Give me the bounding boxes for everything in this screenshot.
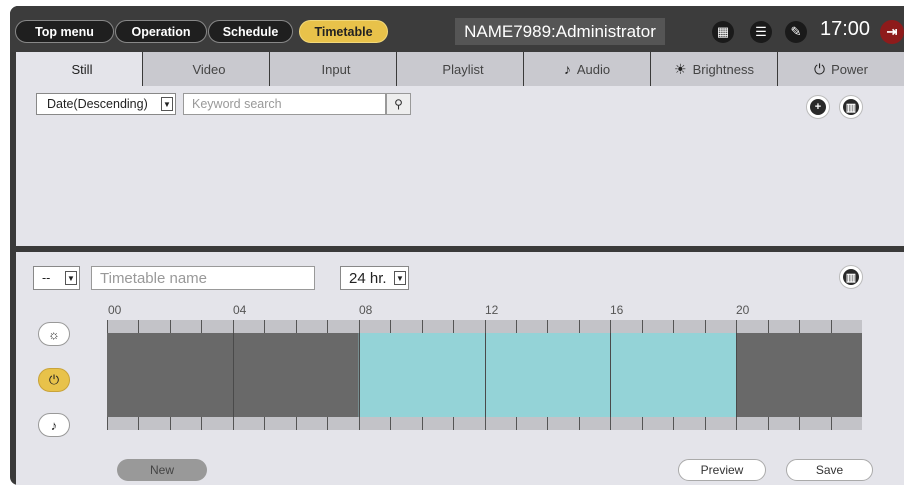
wrench-icon[interactable]: ✎ xyxy=(785,21,807,43)
keyword-search-input[interactable]: Keyword search xyxy=(183,93,386,115)
music-note-icon: ♪ xyxy=(50,417,58,433)
tab-audio[interactable]: ♪ Audio xyxy=(524,52,651,86)
new-button[interactable]: New xyxy=(117,459,207,481)
tab-playlist-label: Playlist xyxy=(442,61,484,77)
hour-tick: 00 xyxy=(108,303,122,317)
music-note-icon: ♪ xyxy=(563,61,571,77)
timetable-name-input[interactable]: Timetable name xyxy=(91,266,315,290)
delete-content-button[interactable]: ▥ xyxy=(839,95,863,119)
delete-timetable-button[interactable]: ▥ xyxy=(839,265,863,289)
trash-icon: ▥ xyxy=(843,269,859,285)
tab-playlist[interactable]: Playlist xyxy=(397,52,524,86)
hour-tick: 04 xyxy=(233,303,247,317)
content-library-panel: Date(Descending) ▼ Keyword search ⚲ + ▥ xyxy=(16,86,904,246)
calendar-icon[interactable]: ▦ xyxy=(712,21,734,43)
clock: 17:00 xyxy=(820,18,871,40)
power-icon: ⏻ xyxy=(814,60,826,77)
tab-video[interactable]: Video xyxy=(143,52,270,86)
app-window: Top menu Operation Schedule Timetable NA… xyxy=(10,6,904,485)
exit-icon[interactable]: ⇥ xyxy=(880,20,904,44)
power-icon: ⏻ xyxy=(48,372,60,387)
sort-select-value: Date(Descending) xyxy=(47,97,148,111)
power-row-button[interactable]: ⏻ xyxy=(38,368,70,392)
hour-tick: 16 xyxy=(610,303,624,317)
add-button[interactable]: + xyxy=(806,95,830,119)
trash-icon: ▥ xyxy=(843,99,859,115)
tab-video-label: Video xyxy=(192,61,226,77)
nav-schedule[interactable]: Schedule xyxy=(208,20,293,43)
sort-select[interactable]: Date(Descending) ▼ xyxy=(36,93,176,115)
sun-icon: ☼ xyxy=(48,326,60,342)
tab-audio-label: Audio xyxy=(576,61,611,77)
tab-still-label: Still xyxy=(71,61,93,77)
media-tabs: Still Video Input Playlist ♪ Audio ☀ Bri… xyxy=(16,52,904,86)
plus-icon: + xyxy=(810,99,826,115)
chevron-down-icon: ▼ xyxy=(65,271,77,285)
nav-operation[interactable]: Operation xyxy=(115,20,207,43)
hour-format-value: 24 hr. xyxy=(349,269,387,287)
timetable-select[interactable]: -- ▼ xyxy=(33,266,80,290)
tab-brightness-label: Brightness xyxy=(692,61,754,77)
timeline-grid[interactable] xyxy=(107,320,862,433)
hour-tick: 20 xyxy=(736,303,750,317)
nav-top-menu[interactable]: Top menu xyxy=(15,20,114,43)
brightness-row-button[interactable]: ☼ xyxy=(38,322,70,346)
tab-power-label: Power xyxy=(831,61,868,77)
timetable-editor: -- ▼ Timetable name 24 hr. ▼ ▥ 00 04 08 … xyxy=(16,252,904,485)
timeline-bottom-strip xyxy=(107,417,862,430)
timetable-select-value: -- xyxy=(42,271,51,285)
hour-tick: 08 xyxy=(359,303,373,317)
tab-power[interactable]: ⏻ Power xyxy=(778,52,904,86)
hour-tick: 12 xyxy=(485,303,499,317)
chevron-down-icon: ▼ xyxy=(394,271,406,285)
tab-input[interactable]: Input xyxy=(270,52,397,86)
hour-format-select[interactable]: 24 hr. ▼ xyxy=(340,266,409,290)
tab-still[interactable]: Still xyxy=(16,52,143,86)
audio-row-button[interactable]: ♪ xyxy=(38,413,70,437)
list-icon[interactable]: ☰ xyxy=(750,21,772,43)
power-on-segment xyxy=(358,333,737,417)
top-bar: Top menu Operation Schedule Timetable NA… xyxy=(10,6,904,52)
search-icon[interactable]: ⚲ xyxy=(386,93,411,115)
account-label: NAME7989:Administrator xyxy=(455,18,665,45)
tab-brightness[interactable]: ☀ Brightness xyxy=(651,52,778,86)
sun-icon: ☀ xyxy=(674,60,687,77)
nav-timetable[interactable]: Timetable xyxy=(299,20,388,43)
timeline-top-strip xyxy=(107,320,862,333)
save-button[interactable]: Save xyxy=(786,459,873,481)
preview-button[interactable]: Preview xyxy=(678,459,766,481)
chevron-down-icon: ▼ xyxy=(161,97,173,111)
tab-input-label: Input xyxy=(321,61,351,77)
